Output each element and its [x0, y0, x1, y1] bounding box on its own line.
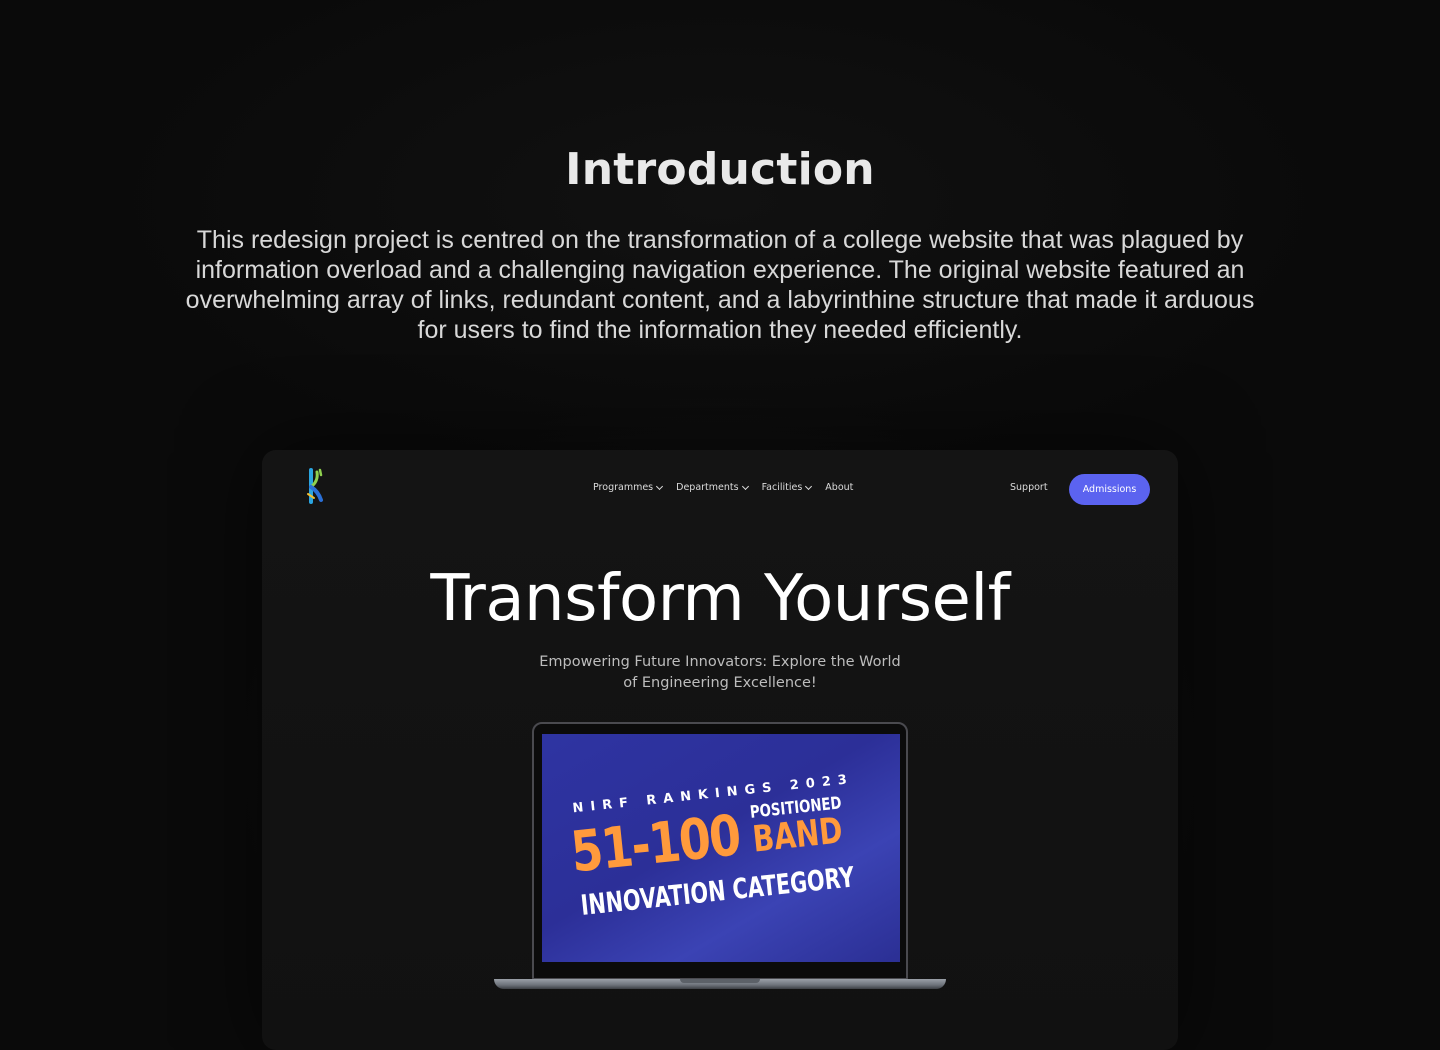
- chevron-down-icon: [805, 482, 813, 490]
- page-title: Introduction: [565, 144, 875, 195]
- hero-subtitle-line2: of Engineering Excellence!: [623, 675, 817, 691]
- college-logo-icon[interactable]: [302, 468, 326, 504]
- nirf-banner: NIRF RANKINGS 2023 51-100 POSITIONED BAN…: [563, 747, 880, 957]
- hero-subtitle-line1: Empowering Future Innovators: Explore th…: [539, 654, 901, 670]
- laptop-lid: NIRF RANKINGS 2023 51-100 POSITIONED BAN…: [532, 722, 908, 980]
- admissions-button[interactable]: Admissions: [1069, 474, 1150, 505]
- nav-item-about[interactable]: About: [825, 482, 853, 493]
- nav-item-programmes[interactable]: Programmes: [593, 482, 664, 493]
- hero-title: Transform Yourself: [430, 562, 1010, 636]
- banner-rank: 51-100: [567, 803, 743, 886]
- nav-item-departments[interactable]: Departments: [676, 482, 749, 493]
- laptop-mockup: NIRF RANKINGS 2023 51-100 POSITIONED BAN…: [492, 720, 952, 998]
- nav-item-label: About: [825, 482, 854, 493]
- chevron-down-icon: [741, 482, 749, 490]
- nav-item-facilities[interactable]: Facilities: [761, 482, 813, 493]
- chevron-down-icon: [656, 482, 664, 490]
- hero-subtitle: Empowering Future Innovators: Explore th…: [520, 652, 920, 694]
- website-mockup: Programmes Departments Facilities About …: [262, 450, 1178, 1050]
- laptop-notch: [715, 724, 743, 730]
- intro-paragraph: This redesign project is centred on the …: [185, 226, 1255, 344]
- nav-item-label: Facilities: [761, 482, 803, 493]
- support-link[interactable]: Support: [1010, 482, 1048, 493]
- nav-item-label: Departments: [676, 482, 739, 493]
- laptop-opening-notch: [680, 979, 760, 983]
- laptop-screen: NIRF RANKINGS 2023 51-100 POSITIONED BAN…: [542, 734, 900, 962]
- main-nav: Programmes Departments Facilities About: [593, 482, 853, 493]
- banner-band: BAND: [750, 810, 845, 861]
- nav-item-label: Programmes: [593, 482, 654, 493]
